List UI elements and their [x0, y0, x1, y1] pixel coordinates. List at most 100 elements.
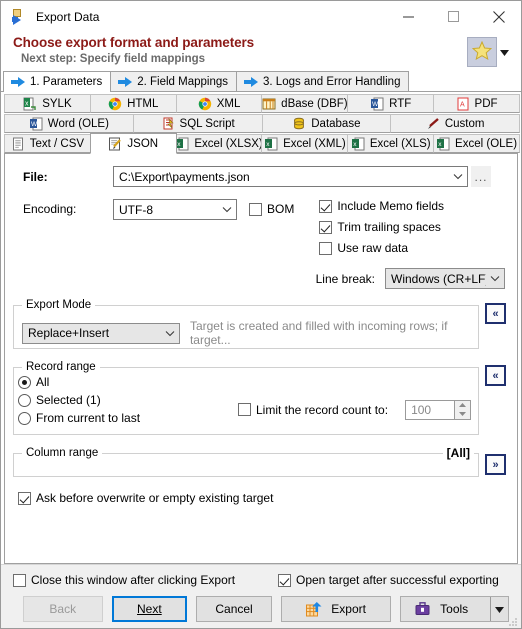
footer-checkboxes: Close this window after clicking Export … [13, 573, 509, 587]
format-tab-word-ole[interactable]: W Word (OLE) [4, 114, 134, 133]
format-tab-dbase[interactable]: dBase (DBF) [261, 94, 349, 113]
chrome-icon [108, 97, 122, 111]
use-raw-data-label: Use raw data [337, 241, 409, 255]
radio-all-label: All [36, 375, 50, 389]
encoding-label: Encoding: [23, 202, 77, 216]
export-mode-collapse-button[interactable]: « [485, 303, 506, 324]
tools-button-label: Tools [440, 602, 469, 616]
format-tab-json[interactable]: JSON [89, 133, 177, 154]
chevron-down-icon [218, 206, 236, 213]
cancel-button[interactable]: Cancel [196, 596, 272, 622]
format-tab-xml[interactable]: XML [175, 94, 263, 113]
format-tab-excel-xls[interactable]: x Excel (XLS) [347, 134, 435, 153]
spinner-down-icon[interactable] [455, 410, 470, 419]
export-button-label: Export [331, 602, 366, 616]
window-controls [386, 1, 521, 33]
close-button[interactable] [476, 1, 521, 32]
svg-text:W: W [31, 121, 38, 128]
text-file-icon [11, 137, 25, 151]
format-tab-database-label: Database [311, 117, 361, 130]
radio-all-row[interactable]: All [18, 375, 238, 389]
format-tab-custom[interactable]: Custom [390, 114, 520, 133]
limit-record-count-row: Limit the record count to: 100 [238, 394, 472, 425]
bom-label: BOM [267, 202, 295, 216]
favorites-button[interactable] [467, 37, 497, 67]
export-mode-combobox[interactable]: Replace+Insert [22, 322, 180, 344]
open-target-row[interactable]: Open target after successful exporting [278, 573, 499, 587]
trim-trailing-row[interactable]: Trim trailing spaces [319, 220, 444, 234]
word-icon: W [29, 117, 43, 131]
format-tab-excel-xlsx[interactable]: x Excel (XLSX) [175, 134, 263, 153]
tools-dropdown-button[interactable] [489, 597, 508, 621]
tab-logs-and-error-handling[interactable]: 3. Logs and Error Handling [236, 71, 410, 91]
radio-from-current-row[interactable]: From current to last [18, 411, 238, 425]
format-tab-excel-ole-label: Excel (OLE) [455, 137, 518, 150]
include-memo-checkbox[interactable] [319, 199, 333, 213]
excel-icon: x [436, 137, 450, 151]
radio-from-current-to-last[interactable] [18, 411, 31, 425]
spinner-up-icon[interactable] [455, 401, 470, 410]
format-tab-html-label: HTML [127, 97, 159, 110]
next-button[interactable]: Next [111, 596, 188, 622]
include-memo-row[interactable]: Include Memo fields [319, 199, 444, 213]
radio-selected-row[interactable]: Selected (1) [18, 393, 238, 407]
record-range-options: All Selected (1) From current to last [18, 375, 238, 425]
trim-trailing-label: Trim trailing spaces [337, 220, 441, 234]
radio-all[interactable] [18, 375, 31, 389]
chevron-down-icon [486, 275, 504, 282]
bom-checkbox-row[interactable]: BOM [249, 199, 294, 220]
limit-record-count-input[interactable]: 100 [405, 399, 456, 420]
sql-script-icon [161, 117, 175, 131]
bom-checkbox[interactable] [249, 203, 262, 216]
format-tab-rtf[interactable]: W RTF [347, 94, 435, 113]
limit-record-count-checkbox[interactable] [238, 403, 251, 416]
tab-field-mappings[interactable]: 2. Field Mappings [110, 71, 238, 91]
format-tab-sylk[interactable]: x SYLK [4, 94, 91, 113]
minimize-button[interactable] [386, 1, 431, 32]
browse-file-button[interactable]: ... [471, 166, 491, 187]
trim-trailing-spaces-checkbox[interactable] [319, 220, 333, 234]
export-mode-hint: Target is created and filled with incomi… [189, 319, 448, 347]
column-range-expand-button[interactable]: » [485, 454, 506, 475]
wizard-step-tabs: 1. Parameters 2. Field Mappings 3. Logs … [1, 71, 521, 92]
file-row: File: C:\Export\payments.json ... [13, 166, 509, 187]
dbase-icon [262, 97, 276, 111]
line-break-value: Windows (CR+LF) [391, 271, 486, 286]
use-raw-data-checkbox[interactable] [319, 241, 333, 255]
format-tab-excel-xml[interactable]: x Excel (XML) [261, 134, 349, 153]
open-target-checkbox[interactable] [278, 573, 291, 587]
excel-icon: x [351, 137, 365, 151]
star-icon [471, 40, 493, 63]
pencil-icon [426, 117, 440, 131]
limit-record-count-spinner[interactable] [455, 399, 472, 420]
format-tab-excel-xlsx-label: Excel (XLSX) [194, 137, 263, 150]
resize-grip[interactable] [508, 616, 518, 626]
format-tab-html[interactable]: HTML [89, 94, 177, 113]
tools-button[interactable]: Tools [400, 596, 509, 622]
export-mode-group: Export Mode Replace+Insert Target is cre… [13, 299, 506, 349]
encoding-combobox[interactable]: UTF-8 [113, 199, 237, 220]
format-tab-database[interactable]: Database [261, 114, 392, 133]
maximize-button[interactable] [431, 1, 476, 32]
parameters-panel: File: C:\Export\payments.json ... Encodi… [4, 153, 518, 564]
file-path-combobox[interactable]: C:\Export\payments.json [113, 166, 468, 187]
radio-selected[interactable] [18, 393, 31, 407]
record-range-collapse-button[interactable]: « [485, 365, 506, 386]
export-button[interactable]: Export [280, 596, 392, 622]
close-window-checkbox[interactable] [13, 573, 26, 587]
ask-before-overwrite-checkbox[interactable] [18, 491, 31, 505]
favorites-dropdown-button[interactable] [497, 37, 511, 67]
close-window-row[interactable]: Close this window after clicking Export [13, 573, 278, 587]
tab-parameters[interactable]: 1. Parameters [3, 71, 112, 92]
ask-before-overwrite-row[interactable]: Ask before overwrite or empty existing t… [13, 491, 509, 505]
sylk-icon: x [23, 97, 37, 111]
include-memo-label: Include Memo fields [337, 199, 445, 213]
tab-field-mappings-label: 2. Field Mappings [137, 75, 229, 88]
encoding-row: Encoding: UTF-8 BOM Include Memo fields [13, 199, 509, 255]
use-raw-data-row[interactable]: Use raw data [319, 241, 444, 255]
format-tab-text-csv[interactable]: Text / CSV [4, 134, 91, 153]
format-tab-pdf[interactable]: A PDF [433, 94, 520, 113]
format-tab-sql-script[interactable]: SQL Script [132, 114, 263, 133]
format-tab-excel-ole[interactable]: x Excel (OLE) [433, 134, 520, 153]
line-break-combobox[interactable]: Windows (CR+LF) [385, 268, 505, 289]
